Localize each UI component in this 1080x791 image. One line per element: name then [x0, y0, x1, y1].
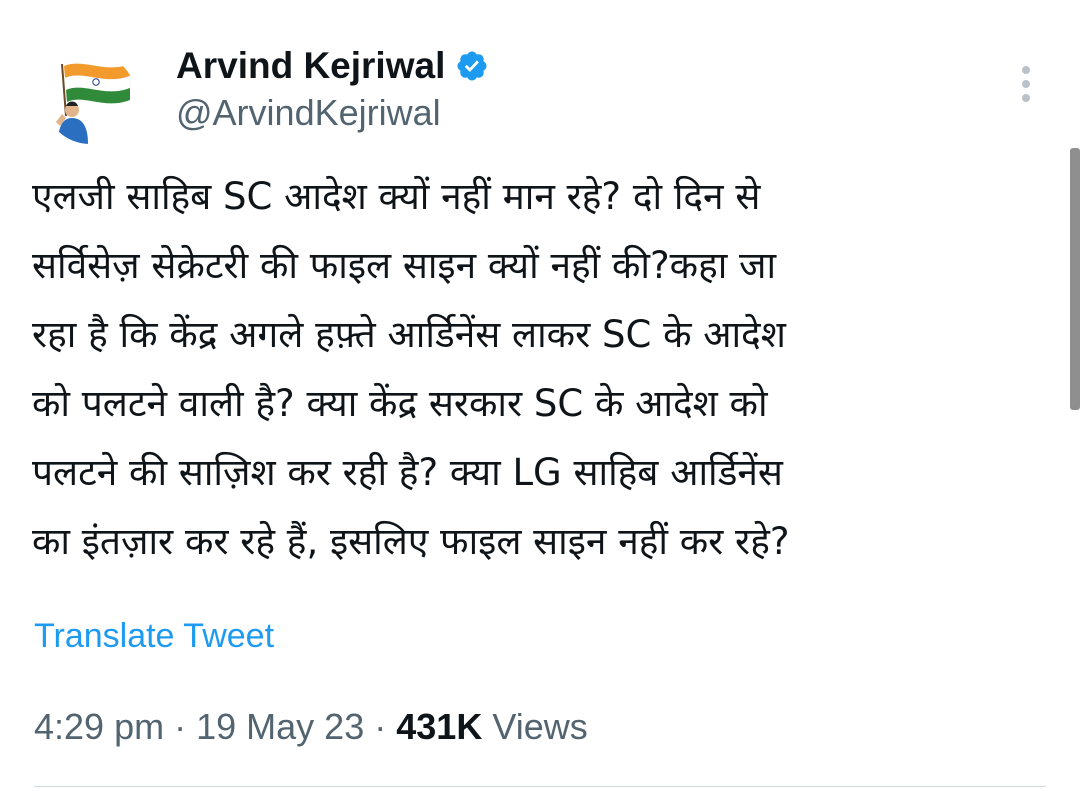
handle[interactable]: @ArvindKejriwal — [176, 92, 441, 134]
tweet-text-line: को पलटने वाली है? क्या केंद्र सरकार SC क… — [32, 382, 768, 425]
more-dot-icon — [1022, 80, 1030, 88]
translate-tweet-link[interactable]: Translate Tweet — [34, 617, 274, 656]
avatar-image — [56, 63, 131, 144]
views-label: Views — [492, 706, 588, 747]
tweet-meta: 4:29 pm · 19 May 23 · 431K Views — [34, 706, 588, 748]
meta-separator: · — [374, 706, 387, 747]
tweet-text-line: रहा है कि केंद्र अगले हफ़्ते आर्डिनेंस ल… — [32, 313, 786, 356]
tweet-date[interactable]: 19 May 23 — [196, 706, 364, 747]
tweet-text-line: सर्विसेज़ सेक्रेटरी की फाइल साइन क्यों न… — [32, 244, 777, 287]
more-options-button[interactable] — [1008, 60, 1044, 108]
tweet-time[interactable]: 4:29 pm — [34, 706, 164, 747]
views-count[interactable]: 431K — [396, 706, 482, 747]
tweet-text: एलजी साहिब SC आदेश क्यों नहीं मान रहे? द… — [32, 162, 1017, 576]
more-dot-icon — [1022, 66, 1030, 74]
meta-separator: · — [174, 706, 187, 747]
scrollbar[interactable] — [1070, 148, 1080, 410]
avatar[interactable] — [44, 52, 136, 144]
tweet-text-line: का इंतज़ार कर रहे हैं, इसलिए फाइल साइन न… — [32, 520, 790, 563]
display-name[interactable]: Arvind Kejriwal — [176, 45, 445, 87]
tweet-text-line: पलटने की साज़िश कर रही है? क्या LG साहिब… — [32, 451, 783, 494]
tweet-text-line: एलजी साहिब SC आदेश क्यों नहीं मान रहे? द… — [32, 175, 761, 218]
divider — [34, 786, 1046, 787]
tweet: Arvind Kejriwal @ArvindKejriwal एलजी साह… — [0, 0, 1080, 791]
verified-badge-icon — [455, 49, 489, 83]
more-dot-icon — [1022, 94, 1030, 102]
author-row: Arvind Kejriwal — [176, 42, 489, 90]
